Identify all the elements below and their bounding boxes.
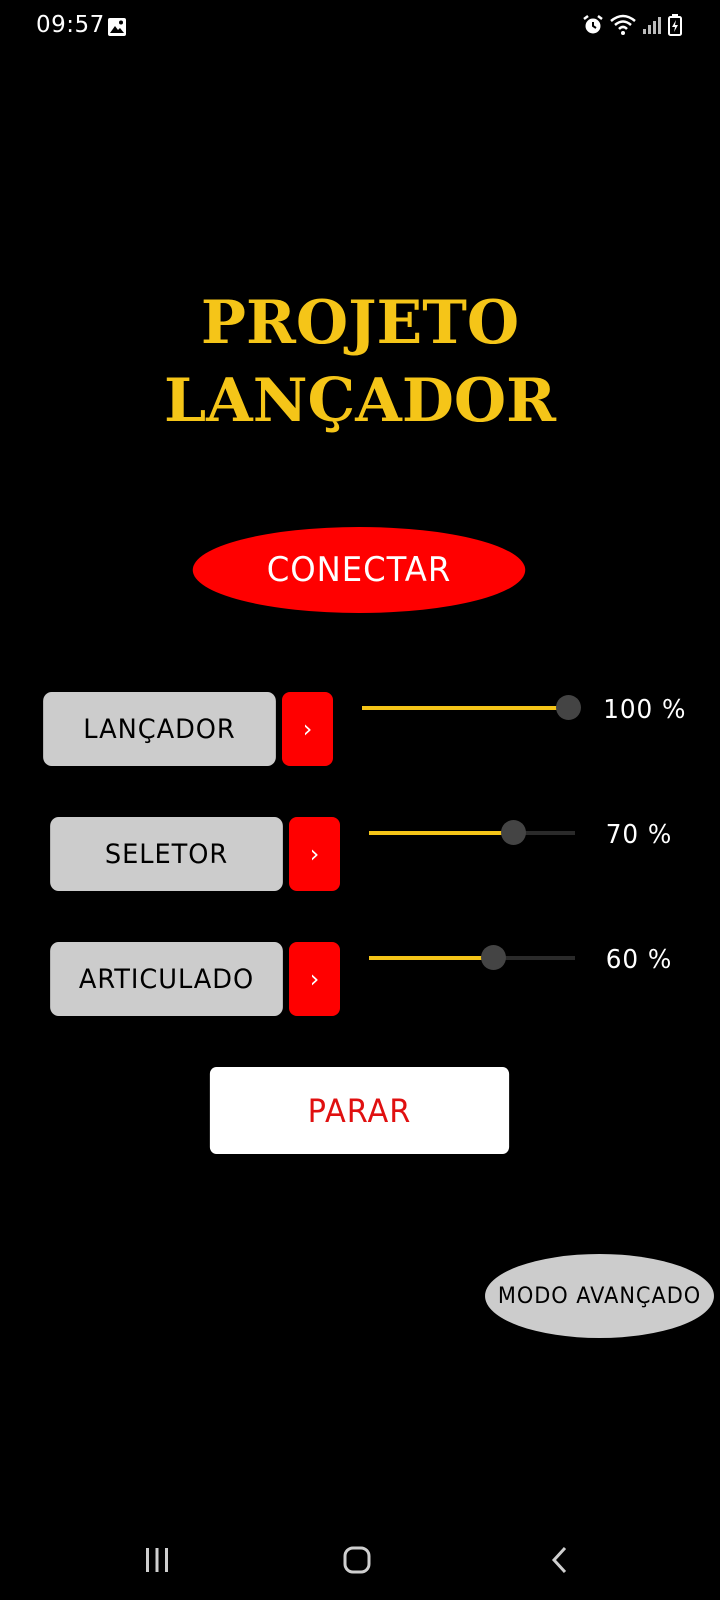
control-row: ARTICULADO › 60 % [44,942,720,1016]
slider-value: 70 % [605,820,673,850]
slider-thumb[interactable] [556,695,581,720]
connect-button[interactable]: CONECTAR [192,527,526,613]
slider-fill [369,831,514,835]
navigation-bar [0,1520,720,1600]
slider-value: 60 % [605,945,673,975]
chevron-right-icon[interactable]: › [289,817,340,891]
battery-charging-icon [668,14,682,40]
slider-track[interactable] [369,820,575,845]
status-time: 09:57 [36,12,105,38]
control-label-button[interactable]: ARTICULADO [50,942,283,1016]
title-line-2: LANÇADOR [163,366,557,436]
slider-value: 100 % [603,695,687,725]
chevron-right-icon[interactable]: › [282,692,333,766]
control-label-button[interactable]: LANÇADOR [43,692,276,766]
slider-track[interactable] [369,945,575,970]
gallery-icon [107,17,127,41]
chevron-right-icon[interactable]: › [289,942,340,1016]
stop-button[interactable]: PARAR [209,1067,510,1154]
alarm-icon [582,14,604,40]
control-row: LANÇADOR › 100 % [37,692,720,766]
slider-thumb[interactable] [480,945,506,970]
advanced-mode-button[interactable]: MODO AVANÇADO [485,1254,714,1338]
recent-apps-icon[interactable] [127,1538,187,1582]
slider-track[interactable] [362,695,581,720]
status-bar: 09:57 [0,0,720,56]
signal-icon [642,15,662,39]
slider-thumb[interactable] [501,820,527,845]
status-icons [582,14,682,40]
back-icon[interactable] [530,1538,590,1582]
home-icon[interactable] [327,1538,387,1582]
page-title: PROJETO LANÇADOR [0,284,720,440]
control-row: SELETOR › 70 % [44,817,720,891]
wifi-icon [610,14,636,40]
control-label-button[interactable]: SELETOR [50,817,283,891]
slider-fill [362,706,568,710]
slider-fill [369,956,493,960]
title-line-1: PROJETO [200,288,520,358]
